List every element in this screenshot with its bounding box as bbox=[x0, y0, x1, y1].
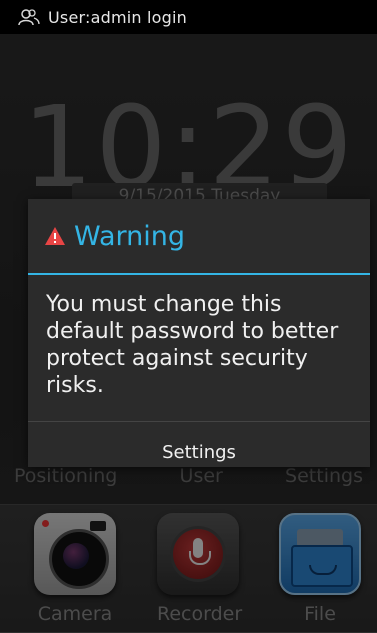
settings-button[interactable]: Settings bbox=[28, 422, 370, 482]
dialog-title: Warning bbox=[74, 220, 186, 252]
user-group-icon bbox=[18, 8, 40, 26]
dialog-message: You must change this default password to… bbox=[46, 292, 339, 398]
warning-triangle-icon bbox=[44, 226, 66, 246]
dialog-header: Warning bbox=[28, 199, 370, 275]
user-login-status: User:admin login bbox=[48, 7, 187, 27]
warning-dialog: Warning You must change this default pas… bbox=[28, 199, 370, 467]
status-bar: User:admin login bbox=[0, 0, 377, 34]
